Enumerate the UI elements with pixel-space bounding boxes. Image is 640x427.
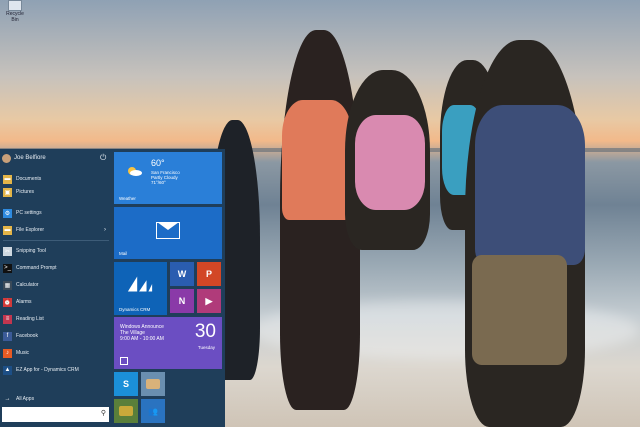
power-icon[interactable]: ⏻ — [100, 153, 106, 163]
people-tile[interactable]: 👥 — [141, 399, 165, 423]
folder-icon: ▬ — [3, 225, 12, 235]
start-item-file-explorer[interactable]: ▬ File Explorer › — [0, 224, 112, 236]
game-icon — [119, 406, 133, 416]
search-icon: ⚲ — [100, 410, 106, 417]
word-icon: W — [177, 269, 187, 279]
scissors-icon: ✂ — [3, 246, 12, 256]
photo-icon — [146, 379, 160, 389]
envelope-icon — [156, 222, 180, 239]
start-menu-left-column: Joe Belfiore ⏻ ▬ Documents ▣ Pictures ⚙ PC se… — [0, 149, 112, 427]
start-item-pictures[interactable]: ▣ Pictures — [0, 186, 112, 198]
recycle-bin[interactable]: Recycle Bin — [2, 0, 28, 23]
calendar-event-time: 9:00 AM - 10:00 AM — [120, 336, 164, 342]
start-item-label: Documents — [16, 176, 42, 182]
start-item-command-prompt[interactable]: >_ Command Prompt — [0, 262, 112, 274]
facebook-icon: f — [3, 331, 12, 341]
music-icon: ♪ — [3, 348, 12, 358]
toddler-dress — [355, 115, 425, 210]
start-item-label: Snipping Tool — [16, 248, 46, 254]
people-icon: 👥 — [148, 406, 158, 416]
shirt-right — [475, 105, 585, 265]
calendar-tile[interactable]: Windows Announce The Village 9:00 AM - 1… — [114, 317, 222, 369]
recycle-bin-icon — [8, 0, 22, 11]
start-item-label: EZ App for - Dynamics CRM — [16, 367, 79, 373]
start-item-snipping-tool[interactable]: ✂ Snipping Tool — [0, 245, 112, 257]
dynamics-crm-tile[interactable]: Dynamics CRM — [114, 262, 167, 315]
onenote-icon: N — [178, 296, 186, 306]
weather-temp: 60° — [151, 158, 165, 168]
pictures-icon: ▣ — [3, 187, 12, 197]
user-account[interactable]: Joe Belfiore — [2, 152, 46, 164]
start-item-alarms[interactable]: ⏰ Alarms — [0, 296, 112, 308]
start-item-music[interactable]: ♪ Music — [0, 347, 112, 359]
weather-tile[interactable]: 60° San Francisco Partly Cloudy 71°/60° … — [114, 152, 222, 204]
calendar-day-name: Tuesday — [197, 345, 215, 350]
calendar-event: Windows Announce The Village 9:00 AM - 1… — [120, 324, 164, 342]
calculator-icon: ▦ — [3, 280, 12, 290]
arrow-right-icon: → — [4, 396, 11, 402]
user-name: Joe Belfiore — [14, 155, 46, 161]
start-item-label: PC settings — [16, 210, 42, 216]
terminal-icon: >_ — [3, 263, 12, 273]
start-item-calculator[interactable]: ▦ Calculator — [0, 279, 112, 291]
start-item-label: Music — [16, 350, 30, 356]
start-item-reading-list[interactable]: ≡ Reading List — [0, 313, 112, 325]
skype-tile[interactable]: S — [114, 372, 138, 396]
word-tile[interactable]: W — [170, 262, 194, 286]
calendar-day-number: 30 — [194, 321, 216, 342]
shorts-right — [472, 255, 567, 365]
mail-tile-label: Mail — [119, 251, 128, 256]
start-item-ez-app-for-dynamics-crm[interactable]: ▲ EZ App for - Dynamics CRM — [0, 364, 112, 376]
start-item-label: File Explorer — [16, 227, 45, 233]
start-item-label: Command Prompt — [16, 265, 57, 271]
divider — [3, 240, 109, 241]
all-apps-button[interactable]: → All Apps — [0, 393, 112, 405]
powerpoint-icon: P — [205, 269, 212, 279]
partly-cloudy-icon — [128, 167, 142, 176]
game-tile[interactable] — [114, 399, 138, 423]
powerpoint-tile[interactable]: P — [197, 262, 221, 286]
start-item-label: Alarms — [16, 299, 32, 305]
shirt-left — [282, 100, 352, 220]
start-item-label: Facebook — [16, 333, 38, 339]
weather-range: 71°/60° — [151, 180, 166, 185]
onenote-tile[interactable]: N — [170, 289, 194, 313]
avatar — [2, 153, 11, 163]
photo-tile[interactable] — [141, 372, 165, 396]
crm-icon: ▲ — [3, 365, 12, 375]
start-item-label: Pictures — [16, 189, 35, 195]
weather-tile-label: Weather — [119, 196, 136, 201]
crm-sail-icon — [127, 276, 153, 292]
chevron-right-icon: › — [104, 227, 106, 233]
video-tile[interactable]: ▶ — [197, 289, 221, 313]
reading-list-icon: ≡ — [3, 314, 12, 324]
mail-tile[interactable]: Mail — [114, 207, 222, 259]
start-item-facebook[interactable]: f Facebook — [0, 330, 112, 342]
start-item-documents[interactable]: ▬ Documents — [0, 173, 112, 185]
skype-icon: S — [122, 379, 129, 389]
gear-icon: ⚙ — [3, 208, 12, 218]
start-item-label: Calculator — [16, 282, 39, 288]
weather-details: San Francisco Partly Cloudy 71°/60° — [151, 170, 180, 185]
calendar-icon — [120, 357, 128, 365]
all-apps-label: All Apps — [16, 396, 35, 402]
start-menu: Joe Belfiore ⏻ ▬ Documents ▣ Pictures ⚙ PC se… — [0, 149, 225, 427]
search-input[interactable]: ⚲ — [2, 407, 109, 422]
alarm-icon: ⏰ — [3, 297, 12, 307]
start-item-pc-settings[interactable]: ⚙ PC settings — [0, 207, 112, 219]
recycle-bin-label: Recycle Bin — [6, 11, 24, 23]
crm-tile-label: Dynamics CRM — [119, 307, 151, 312]
folder-icon: ▬ — [3, 174, 12, 184]
start-item-label: Reading List — [16, 316, 44, 322]
video-icon: ▶ — [205, 295, 213, 306]
